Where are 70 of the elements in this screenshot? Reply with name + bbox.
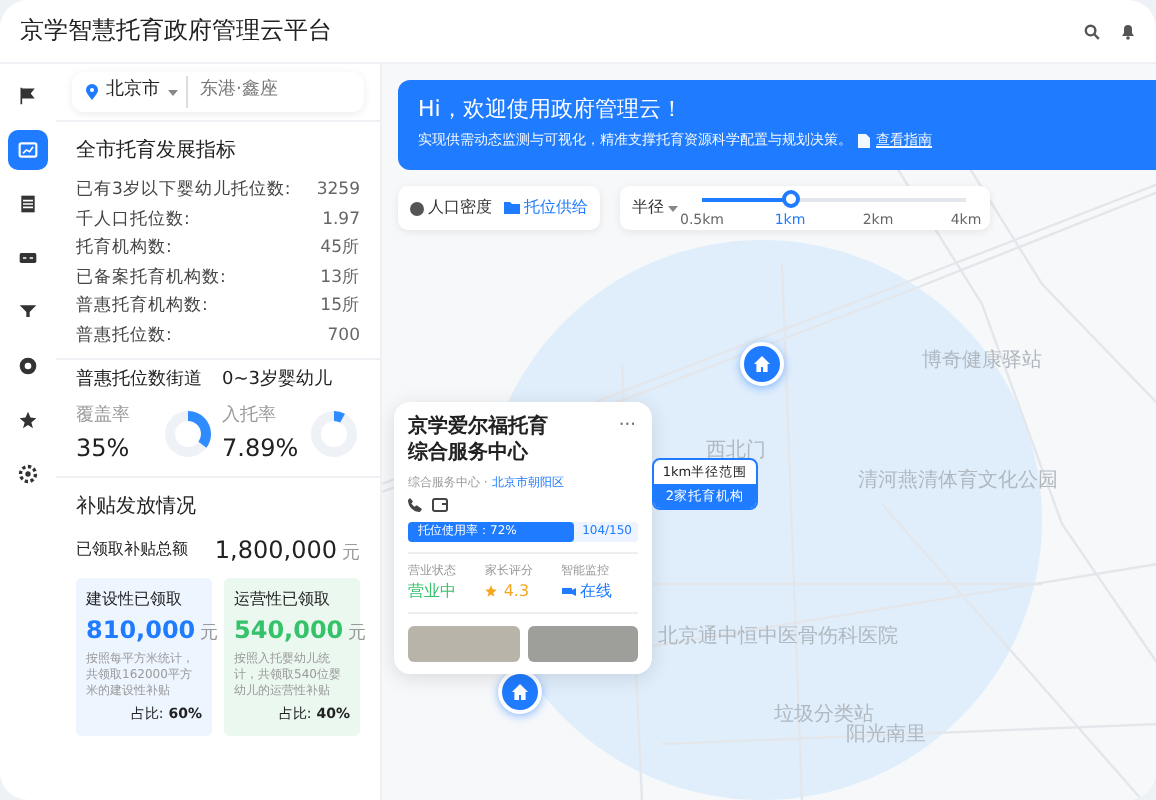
document-icon: [18, 194, 38, 214]
total-label: 已领取补贴总额: [76, 538, 188, 563]
unit-label: 元: [200, 621, 219, 647]
stat-value: 35%: [76, 432, 130, 466]
layer-toggle[interactable]: 托位供给: [504, 196, 588, 220]
indicator-value: 700: [327, 323, 360, 349]
flag-icon: [18, 86, 38, 106]
card-icon: [18, 248, 38, 268]
card-title: 运营性已领取: [234, 587, 332, 611]
camera-icon: [561, 585, 576, 597]
app-title: 京学智慧托育政府管理云平台: [20, 16, 332, 46]
star-icon: [18, 410, 38, 430]
caret-icon: [668, 205, 678, 211]
map-label: 博奇健康驿站: [922, 350, 1042, 374]
layer-toggle[interactable]: 人口密度: [410, 196, 492, 220]
status-value: 营业中: [408, 579, 458, 603]
indicator-value: 13所: [320, 265, 360, 291]
target-icon: [18, 356, 38, 376]
chart-icon: [18, 140, 38, 160]
monitor-status: 在线: [580, 579, 613, 603]
unit-label: 元: [342, 542, 360, 568]
location-input[interactable]: 东港·鑫座: [186, 76, 326, 108]
indicator-label: 普惠托育机构数:: [76, 293, 208, 320]
total-amount: 1,800,000: [214, 534, 337, 568]
indicator-label: 已有3岁以下婴幼儿托位数:: [76, 178, 291, 204]
radius-dropdown[interactable]: 半径: [632, 196, 678, 220]
indicator-value: 15所: [320, 294, 360, 320]
amount: 540,000: [234, 613, 344, 647]
amount: 810,000: [86, 613, 196, 647]
map-label: 北京通中恒中医骨伤科医院: [658, 626, 898, 650]
indicator-value: 45所: [320, 236, 360, 262]
bell-icon[interactable]: [1120, 22, 1136, 40]
card-title: 建设性已领取: [86, 587, 184, 611]
folder-icon: [504, 202, 520, 214]
wallet-icon[interactable]: [432, 497, 448, 511]
stat-label: 入托率: [222, 403, 278, 429]
indicator-label: 托育机构数:: [76, 235, 172, 262]
location-search-bar[interactable]: 北京市 东港·鑫座: [72, 72, 364, 112]
more-button[interactable]: ···: [618, 414, 636, 441]
section-title: 补贴发放情况: [76, 493, 198, 522]
banner-title: Hi，欢迎使用政府管理云！: [418, 96, 685, 123]
location-pin-icon: [86, 84, 98, 100]
star-icon: [484, 584, 499, 598]
map-label: 清河燕清体育文化公园: [858, 470, 1058, 494]
caret-icon: [168, 89, 178, 95]
photo-placeholder: [408, 625, 519, 661]
facility-name: 京学爱尔福托育综合服务中心: [408, 414, 550, 466]
slider-thumb[interactable]: [781, 190, 800, 208]
stat-title: 普惠托位数街道: [76, 368, 204, 394]
photo-placeholder: [527, 625, 638, 661]
indicator-value: 3259: [316, 178, 360, 204]
stat-title: 0~3岁婴幼儿: [222, 368, 334, 394]
indicator-label: 普惠托位数:: [76, 323, 172, 349]
indicator-label: 已备案托育机构数:: [76, 265, 226, 291]
gear-icon: [18, 464, 38, 484]
map-label: 阳光南里: [846, 724, 926, 748]
unit-label: 元: [348, 621, 367, 647]
document-icon: [858, 133, 870, 148]
indicator-label: 千人口托位数:: [76, 207, 190, 233]
section-title: 全市托育发展指标: [76, 137, 238, 166]
city-label: 北京市: [106, 78, 160, 105]
phone-icon[interactable]: [408, 497, 422, 511]
funnel-icon: [18, 302, 38, 322]
stat-value: 7.89%: [222, 432, 299, 466]
stat-label: 覆盖率: [76, 403, 130, 429]
search-icon[interactable]: [1084, 23, 1100, 39]
map-label: 西北门: [706, 440, 766, 464]
map-label: 垃圾分类站: [774, 704, 874, 726]
indicator-value: 1.97: [322, 207, 360, 233]
rating-value: 4.3: [503, 579, 530, 603]
